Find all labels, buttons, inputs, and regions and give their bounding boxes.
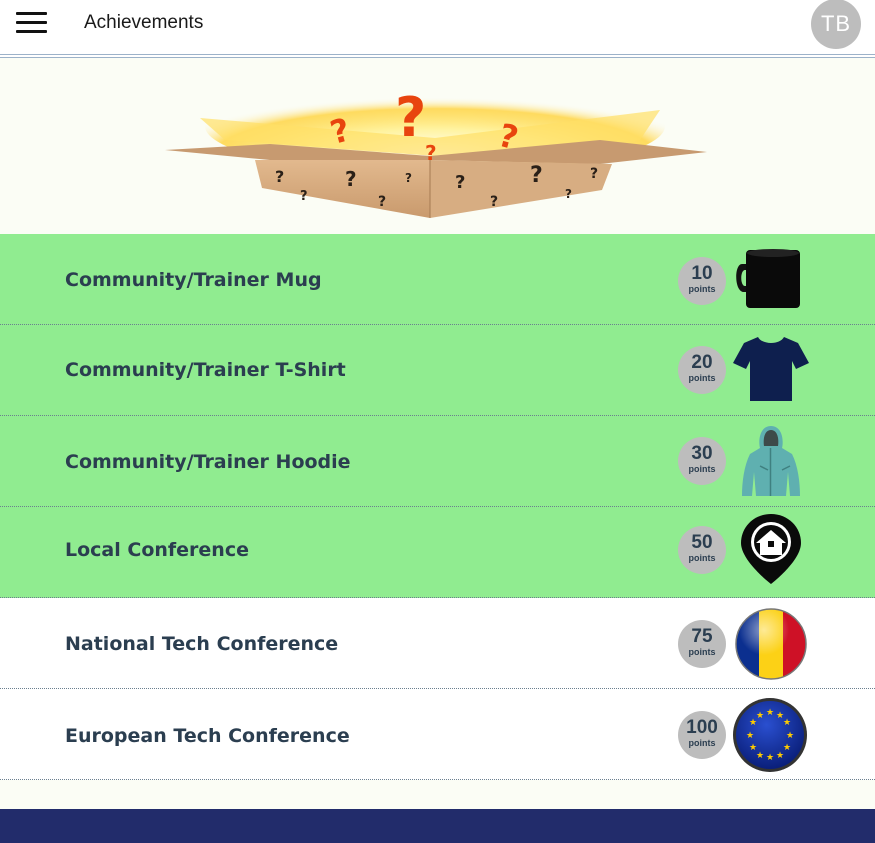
app-header: Achievements TB bbox=[0, 0, 875, 54]
achievement-label: Community/Trainer T-Shirt bbox=[65, 359, 346, 381]
points-value: 75 bbox=[691, 626, 713, 647]
tshirt-icon bbox=[733, 337, 809, 401]
achievement-row-tshirt[interactable]: Community/Trainer T-Shirt 20 points bbox=[0, 325, 875, 416]
points-badge: 75 points bbox=[678, 620, 726, 668]
svg-text:★: ★ bbox=[786, 731, 794, 741]
points-unit: points bbox=[688, 738, 716, 748]
svg-text:?: ? bbox=[405, 171, 412, 185]
svg-text:?: ? bbox=[395, 86, 426, 149]
achievement-label: National Tech Conference bbox=[65, 633, 339, 655]
svg-text:?: ? bbox=[455, 172, 465, 193]
location-pin-icon bbox=[741, 514, 801, 584]
svg-text:★: ★ bbox=[783, 718, 791, 728]
mug-icon bbox=[736, 249, 800, 308]
achievement-label: Community/Trainer Hoodie bbox=[65, 451, 351, 473]
points-value: 20 bbox=[691, 352, 713, 373]
svg-text:?: ? bbox=[345, 167, 357, 191]
mystery-box-image: ? ? ? ? ? ? ? ? ? ? ? ? ? ? bbox=[165, 78, 707, 218]
achievement-row-national-conference[interactable]: National Tech Conference 75 points bbox=[0, 598, 875, 689]
achievement-row-local-conference[interactable]: Local Conference 50 points bbox=[0, 507, 875, 598]
hamburger-menu-icon[interactable] bbox=[16, 12, 48, 34]
svg-text:?: ? bbox=[565, 187, 572, 201]
points-badge: 20 points bbox=[678, 346, 726, 394]
points-badge: 50 points bbox=[678, 526, 726, 574]
svg-text:?: ? bbox=[275, 167, 284, 186]
header-divider bbox=[0, 54, 875, 58]
mystery-box-banner: ? ? ? ? ? ? ? ? ? ? ? ? ? ? bbox=[0, 78, 875, 234]
user-avatar[interactable]: TB bbox=[811, 0, 861, 49]
hoodie-icon bbox=[742, 426, 800, 496]
page-title: Achievements bbox=[84, 12, 204, 33]
points-value: 100 bbox=[686, 717, 718, 738]
svg-text:?: ? bbox=[490, 194, 498, 210]
romania-flag-icon bbox=[735, 608, 807, 680]
svg-text:★: ★ bbox=[766, 708, 774, 718]
svg-text:★: ★ bbox=[746, 731, 754, 741]
achievement-row-mug[interactable]: Community/Trainer Mug 10 points bbox=[0, 234, 875, 325]
svg-text:★: ★ bbox=[783, 743, 791, 753]
svg-text:?: ? bbox=[378, 194, 386, 210]
points-value: 50 bbox=[691, 532, 713, 553]
points-unit: points bbox=[688, 373, 716, 383]
achievements-list: Community/Trainer Mug 10 points Communit… bbox=[0, 234, 875, 780]
svg-text:★: ★ bbox=[756, 711, 764, 721]
achievement-label: Community/Trainer Mug bbox=[65, 269, 322, 291]
points-badge: 100 points bbox=[678, 711, 726, 759]
svg-text:?: ? bbox=[590, 166, 598, 182]
svg-text:★: ★ bbox=[766, 753, 774, 763]
points-unit: points bbox=[688, 553, 716, 563]
points-unit: points bbox=[688, 647, 716, 657]
svg-text:?: ? bbox=[300, 189, 308, 204]
svg-text:★: ★ bbox=[776, 751, 784, 761]
points-badge: 30 points bbox=[678, 437, 726, 485]
svg-text:?: ? bbox=[530, 163, 543, 188]
achievement-label: European Tech Conference bbox=[65, 725, 350, 747]
svg-text:?: ? bbox=[425, 141, 437, 165]
points-value: 30 bbox=[691, 443, 713, 464]
achievement-row-european-conference[interactable]: European Tech Conference 100 points ★ ★ … bbox=[0, 689, 875, 780]
eu-flag-icon: ★ ★ ★ ★ ★ ★ ★ ★ ★ ★ ★ ★ bbox=[733, 698, 807, 772]
points-badge: 10 points bbox=[678, 257, 726, 305]
points-unit: points bbox=[688, 284, 716, 294]
svg-text:★: ★ bbox=[749, 743, 757, 753]
achievement-label: Local Conference bbox=[65, 539, 249, 561]
svg-text:★: ★ bbox=[756, 751, 764, 761]
points-unit: points bbox=[688, 464, 716, 474]
achievement-row-hoodie[interactable]: Community/Trainer Hoodie 30 points bbox=[0, 416, 875, 507]
points-value: 10 bbox=[691, 263, 713, 284]
footer-bar bbox=[0, 809, 875, 843]
